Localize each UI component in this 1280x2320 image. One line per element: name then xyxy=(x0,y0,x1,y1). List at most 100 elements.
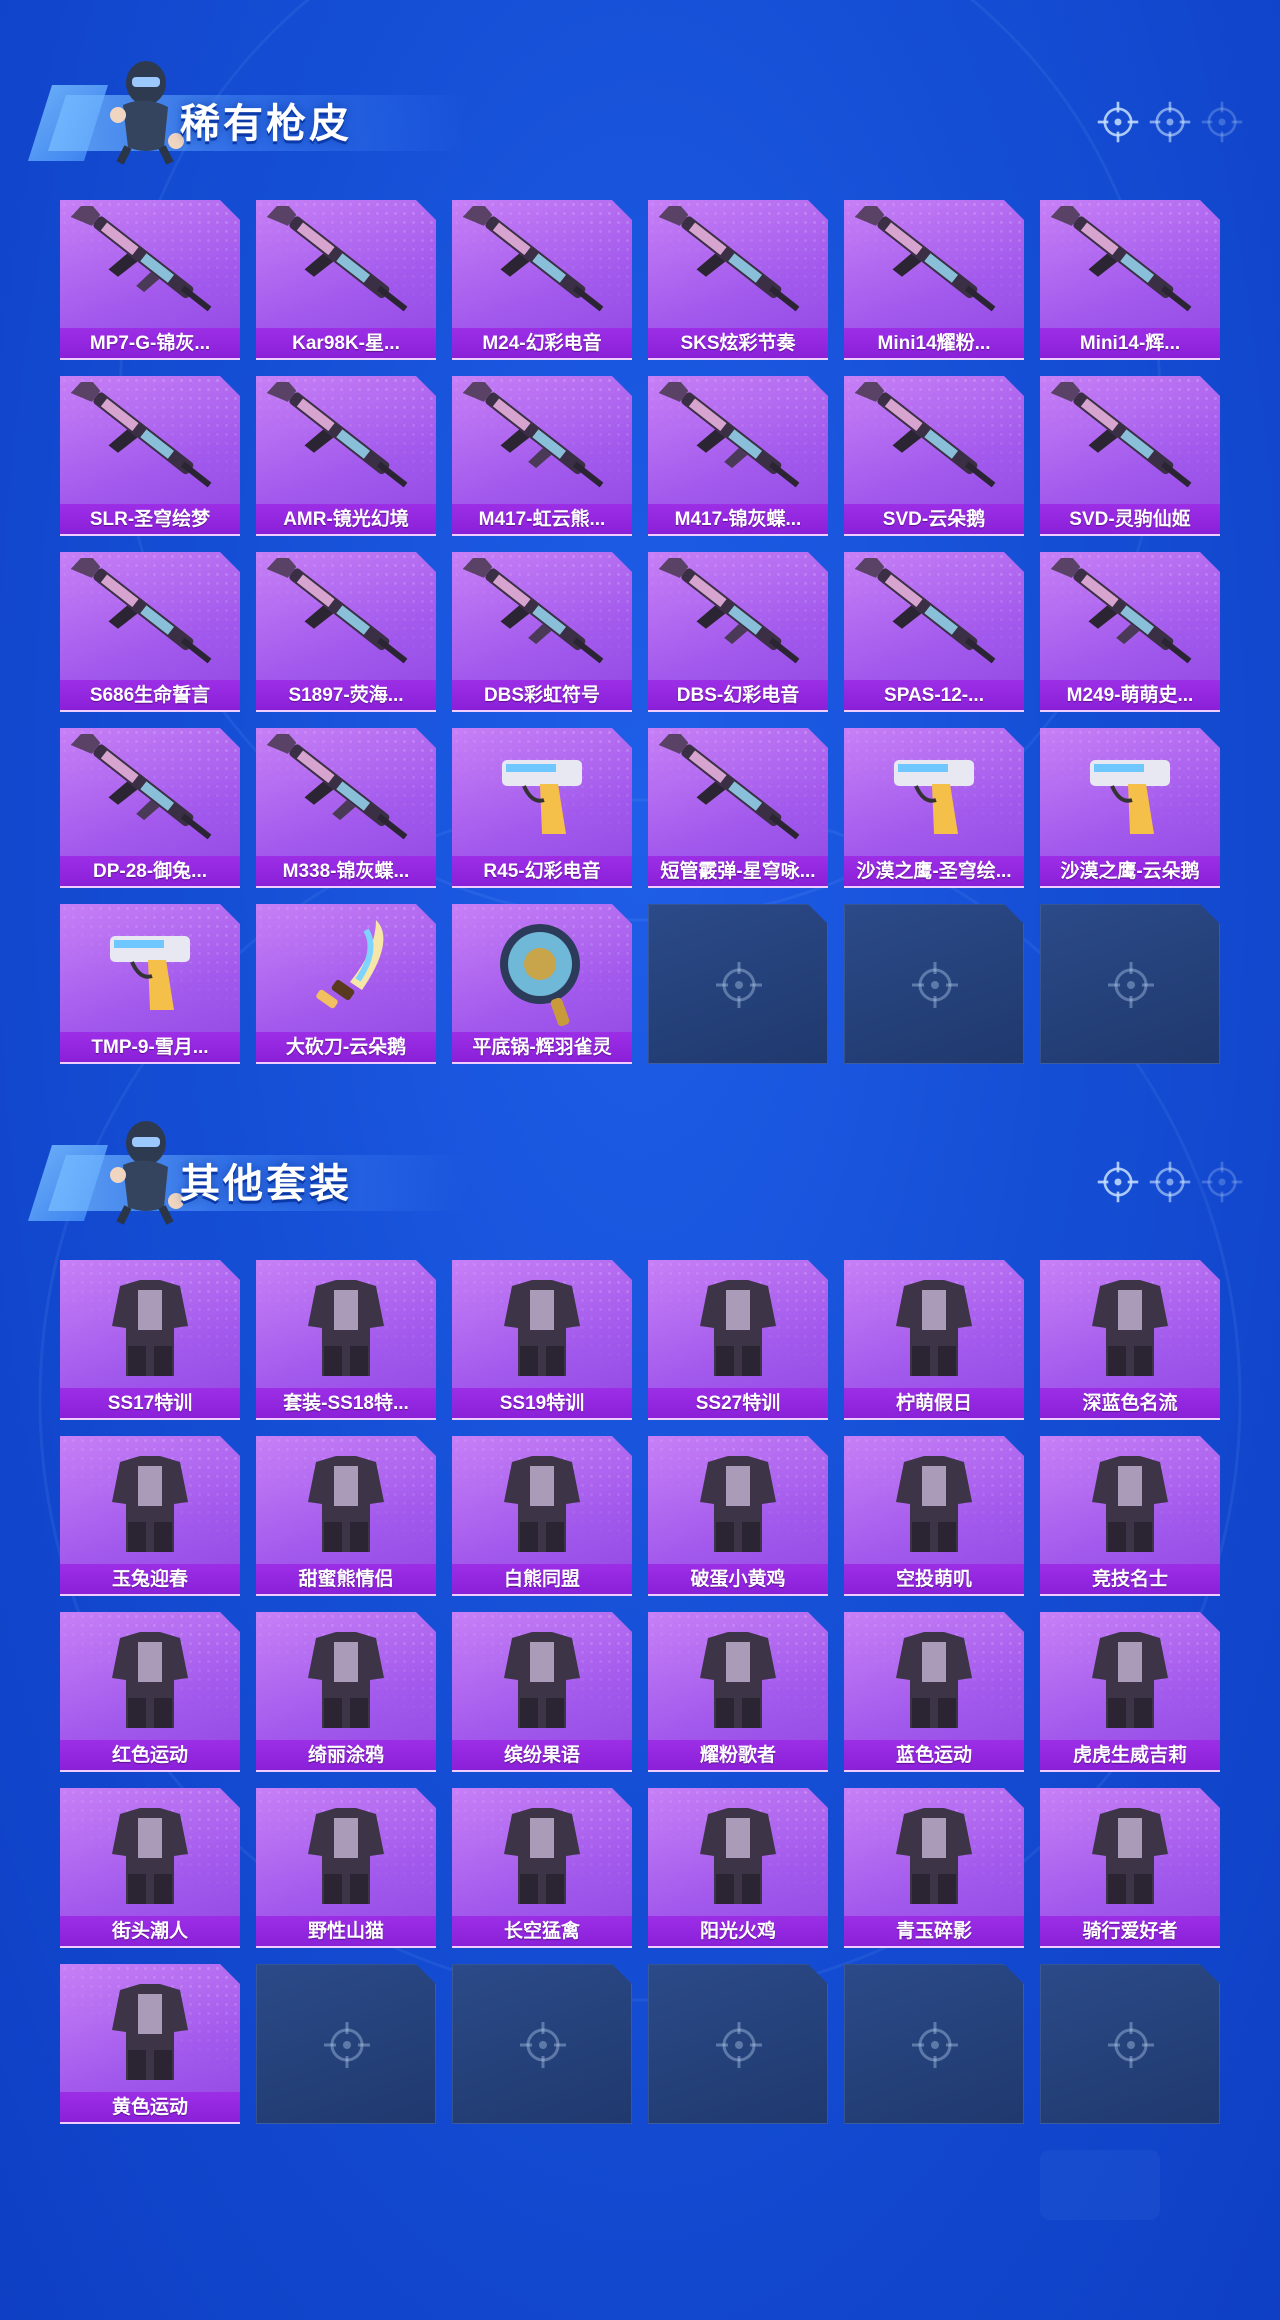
item-tile[interactable]: 深蓝色名流 xyxy=(1040,1260,1220,1420)
outfit-icon xyxy=(700,1632,776,1728)
gun-icon xyxy=(1050,558,1192,664)
rifle-icon xyxy=(266,206,408,312)
item-tile[interactable]: SLR-圣穹绘梦 xyxy=(60,376,240,536)
section-other-outfits: 其他套装 SS17特训 套装-SS18特... SS19特训 SS27特训 柠萌假日 深蓝… xyxy=(0,1060,1280,2320)
item-tile[interactable]: Mini14耀粉... xyxy=(844,200,1024,360)
item-tile[interactable]: SS27特训 xyxy=(648,1260,828,1420)
item-tile[interactable]: SPAS-12-... xyxy=(844,552,1024,712)
item-tile[interactable]: 沙漠之鹰-圣穹绘... xyxy=(844,728,1024,888)
item-tile[interactable]: 缤纷果语 xyxy=(452,1612,632,1772)
outfit-icon xyxy=(504,1280,580,1376)
outfit-icon xyxy=(896,1280,972,1376)
page-indicator-icon[interactable] xyxy=(1096,1160,1140,1204)
item-tile[interactable]: 蓝色运动 xyxy=(844,1612,1024,1772)
item-tile[interactable]: 街头潮人 xyxy=(60,1788,240,1948)
item-tile[interactable]: 耀粉歌者 xyxy=(648,1612,828,1772)
item-tile[interactable]: 虎虎生威吉莉 xyxy=(1040,1612,1220,1772)
outfit-icon xyxy=(308,1456,384,1552)
item-tile[interactable]: DP-28-御兔... xyxy=(60,728,240,888)
outfit-icon xyxy=(112,1456,188,1552)
item-label: Kar98K-星... xyxy=(256,328,436,360)
page-indicator-icon[interactable] xyxy=(1200,1160,1244,1204)
page-indicator-icon[interactable] xyxy=(1148,1160,1192,1204)
item-label: SPAS-12-... xyxy=(844,680,1024,712)
crosshair-icon xyxy=(1108,962,1154,1008)
item-tile[interactable]: 竞技名士 xyxy=(1040,1436,1220,1596)
item-label: SKS炫彩节奏 xyxy=(648,328,828,360)
item-label: 长空猛禽 xyxy=(452,1916,632,1948)
item-tile[interactable]: 青玉碎影 xyxy=(844,1788,1024,1948)
item-tile[interactable]: SVD-灵驹仙姬 xyxy=(1040,376,1220,536)
item-tile[interactable]: 短管霰弹-星穹咏... xyxy=(648,728,828,888)
item-label: MP7-G-锦灰... xyxy=(60,328,240,360)
outfit-icon xyxy=(700,1280,776,1376)
outfit-icon xyxy=(896,1456,972,1552)
item-tile[interactable]: Kar98K-星... xyxy=(256,200,436,360)
item-tile[interactable]: SS19特训 xyxy=(452,1260,632,1420)
page-indicator-icon[interactable] xyxy=(1096,100,1140,144)
item-tile[interactable]: 玉兔迎春 xyxy=(60,1436,240,1596)
item-tile[interactable]: 骑行爱好者 xyxy=(1040,1788,1220,1948)
item-tile[interactable]: 沙漠之鹰-云朵鹅 xyxy=(1040,728,1220,888)
item-tile[interactable]: 阳光火鸡 xyxy=(648,1788,828,1948)
rifle-icon xyxy=(854,206,996,312)
rifle-icon xyxy=(1050,206,1192,312)
item-tile[interactable]: TMP-9-雪月... xyxy=(60,904,240,1064)
outfit-icon xyxy=(896,1808,972,1904)
item-tile[interactable]: 大砍刀-云朵鹅 xyxy=(256,904,436,1064)
item-tile[interactable]: 绮丽涂鸦 xyxy=(256,1612,436,1772)
item-tile[interactable]: M24-幻彩电音 xyxy=(452,200,632,360)
item-label: 玉兔迎春 xyxy=(60,1564,240,1596)
item-label: SS27特训 xyxy=(648,1388,828,1420)
machete-icon xyxy=(316,920,384,1009)
item-tile[interactable]: 黄色运动 xyxy=(60,1964,240,2124)
item-tile[interactable]: 红色运动 xyxy=(60,1612,240,1772)
item-tile[interactable]: 平底锅-辉羽雀灵 xyxy=(452,904,632,1064)
rifle-icon xyxy=(70,382,212,488)
rifle-icon xyxy=(462,206,604,312)
item-tile[interactable]: 破蛋小黄鸡 xyxy=(648,1436,828,1596)
section-title: 稀有枪皮 xyxy=(180,101,352,147)
item-tile[interactable]: 套装-SS18特... xyxy=(256,1260,436,1420)
item-tile[interactable]: M338-锦灰蝶... xyxy=(256,728,436,888)
item-tile[interactable]: M249-萌萌史... xyxy=(1040,552,1220,712)
page-indicator-icon[interactable] xyxy=(1200,100,1244,144)
item-label: 白熊同盟 xyxy=(452,1564,632,1596)
empty-slot xyxy=(1040,904,1220,1064)
item-tile[interactable]: 长空猛禽 xyxy=(452,1788,632,1948)
item-tile[interactable]: Mini14-辉... xyxy=(1040,200,1220,360)
item-tile[interactable]: MP7-G-锦灰... xyxy=(60,200,240,360)
item-label: M338-锦灰蝶... xyxy=(256,856,436,888)
item-label: 耀粉歌者 xyxy=(648,1740,828,1772)
item-tile[interactable]: 野性山猫 xyxy=(256,1788,436,1948)
item-label: R45-幻彩电音 xyxy=(452,856,632,888)
item-tile[interactable]: M417-锦灰蝶... xyxy=(648,376,828,536)
gun-icon xyxy=(658,558,800,664)
item-tile[interactable]: SS17特训 xyxy=(60,1260,240,1420)
item-tile[interactable]: DBS-幻彩电音 xyxy=(648,552,828,712)
item-tile[interactable]: 甜蜜熊情侣 xyxy=(256,1436,436,1596)
outfit-icon xyxy=(1092,1632,1168,1728)
item-tile[interactable]: SKS炫彩节奏 xyxy=(648,200,828,360)
item-label: 虎虎生威吉莉 xyxy=(1040,1740,1220,1772)
item-tile[interactable]: SVD-云朵鹅 xyxy=(844,376,1024,536)
item-label: Mini14耀粉... xyxy=(844,328,1024,360)
item-tile[interactable]: 白熊同盟 xyxy=(452,1436,632,1596)
item-tile[interactable]: M417-虹云熊... xyxy=(452,376,632,536)
item-label: 野性山猫 xyxy=(256,1916,436,1948)
page-indicator-icon[interactable] xyxy=(1148,100,1192,144)
item-tile[interactable]: DBS彩虹符号 xyxy=(452,552,632,712)
item-tile[interactable]: S1897-荧海... xyxy=(256,552,436,712)
item-tile[interactable]: AMR-镜光幻境 xyxy=(256,376,436,536)
item-label: SVD-云朵鹅 xyxy=(844,504,1024,536)
item-tile[interactable]: 柠萌假日 xyxy=(844,1260,1024,1420)
item-tile[interactable]: S686生命誓言 xyxy=(60,552,240,712)
rifle-icon xyxy=(1050,382,1192,488)
outfit-icon xyxy=(112,1808,188,1904)
soldier-avatar-icon xyxy=(110,61,184,165)
item-label: 沙漠之鹰-圣穹绘... xyxy=(844,856,1024,888)
item-tile[interactable]: 空投萌叽 xyxy=(844,1436,1024,1596)
item-tile[interactable]: R45-幻彩电音 xyxy=(452,728,632,888)
shotgun-icon xyxy=(70,558,212,664)
item-label: 阳光火鸡 xyxy=(648,1916,828,1948)
